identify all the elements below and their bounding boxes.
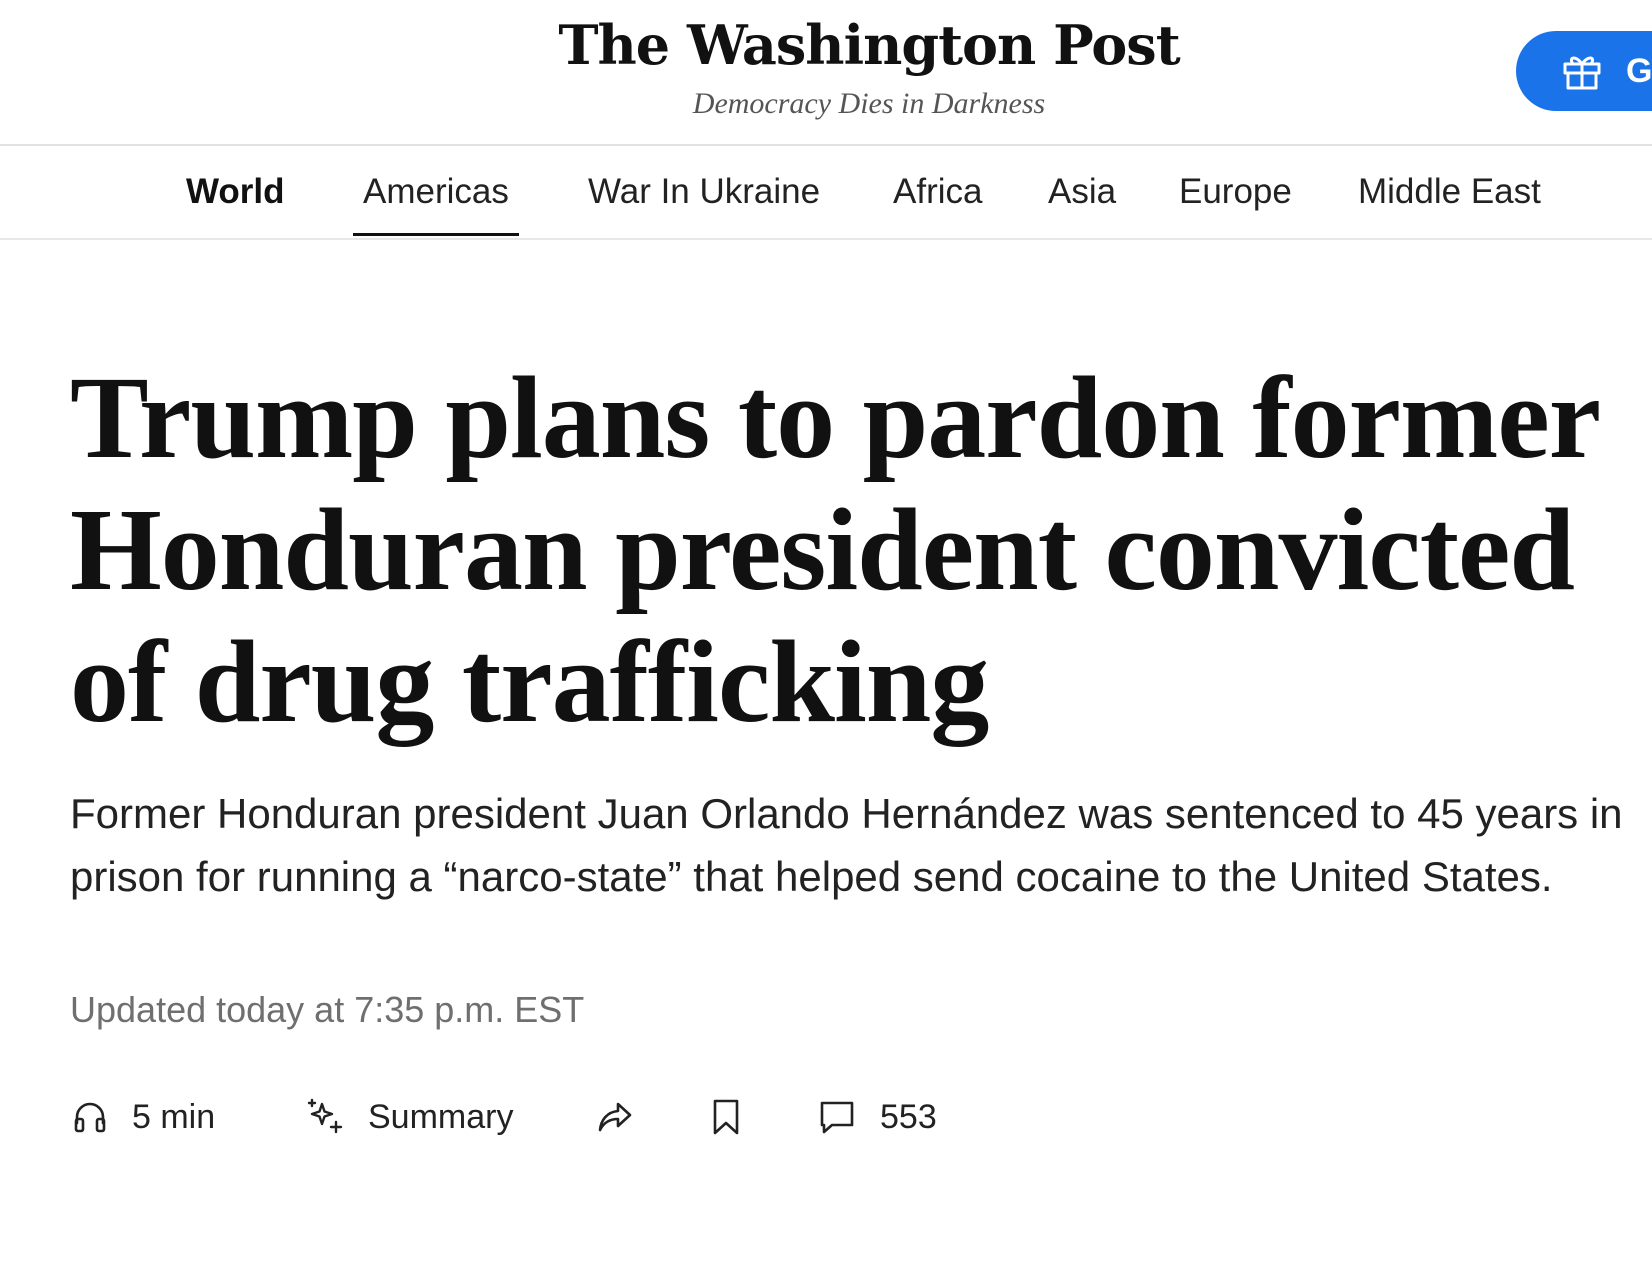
sparkle-icon: [306, 1098, 344, 1136]
summary-button[interactable]: Summary: [306, 1092, 513, 1142]
headphones-icon: [72, 1099, 108, 1135]
nav-item-europe[interactable]: Europe: [1179, 146, 1292, 238]
article-headline: Trump plans to pardon former Honduran pr…: [70, 352, 1599, 747]
nav-item-africa[interactable]: Africa: [893, 146, 982, 238]
share-button[interactable]: [596, 1092, 634, 1142]
comments-count: 553: [880, 1097, 937, 1136]
listen-duration: 5 min: [132, 1097, 216, 1136]
nav-item-war-in-ukraine[interactable]: War In Ukraine: [588, 146, 820, 238]
gift-icon: [1562, 51, 1602, 91]
site-logo[interactable]: The Washington Post: [0, 18, 1652, 72]
masthead: The Washington Post Democracy Dies in Da…: [0, 0, 1652, 146]
comments-button[interactable]: 553: [818, 1092, 937, 1142]
bookmark-button[interactable]: [710, 1092, 742, 1142]
site-tagline: Democracy Dies in Darkness: [692, 87, 1046, 120]
bookmark-icon: [710, 1098, 742, 1136]
share-icon: [596, 1098, 634, 1136]
article-dek: Former Honduran president Juan Orlando H…: [70, 790, 1623, 900]
listen-button[interactable]: 5 min: [72, 1092, 215, 1142]
nav-item-asia[interactable]: Asia: [1048, 146, 1116, 238]
nav-item-middle-east[interactable]: Middle East: [1358, 146, 1541, 238]
gift-button-label: G: [1626, 51, 1652, 90]
section-nav: World Americas War In Ukraine Africa Asi…: [0, 146, 1652, 240]
nav-item-americas[interactable]: Americas: [353, 146, 519, 238]
summary-label: Summary: [368, 1097, 514, 1136]
gift-subscription-button[interactable]: G: [1516, 31, 1652, 111]
nav-item-world[interactable]: World: [186, 146, 285, 238]
article-timestamp: Updated today at 7:35 p.m. EST: [70, 989, 585, 1030]
comment-icon: [818, 1098, 856, 1136]
